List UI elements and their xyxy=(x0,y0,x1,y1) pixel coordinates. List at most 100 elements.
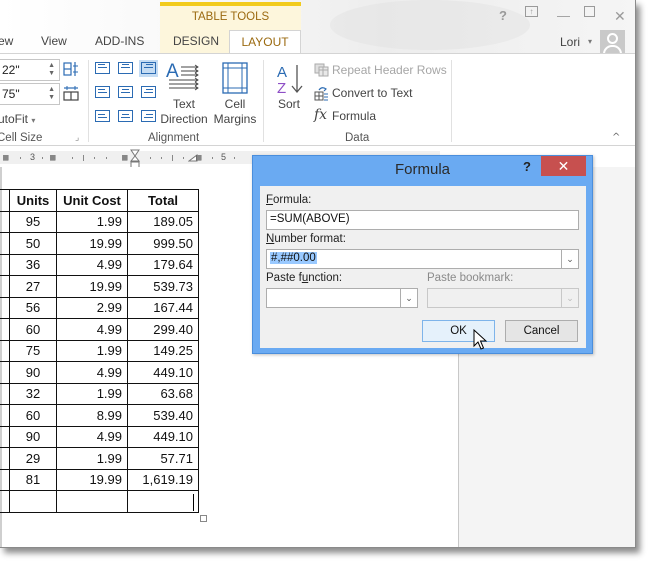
header-cell-total[interactable]: Total xyxy=(127,189,199,212)
align-middle-right-button[interactable] xyxy=(139,84,158,101)
row-label-cell[interactable] xyxy=(0,468,10,491)
total-cell[interactable]: 189.05 xyxy=(127,210,199,233)
distribute-columns-icon[interactable] xyxy=(63,85,79,101)
paste-function-dropdown-icon[interactable]: ⌄ xyxy=(400,289,417,307)
align-bottom-right-button[interactable] xyxy=(139,108,158,125)
total-cell[interactable]: 63.68 xyxy=(127,382,199,405)
units-cell[interactable]: 27 xyxy=(9,275,57,298)
tab-view[interactable]: View xyxy=(41,34,67,48)
cancel-button[interactable]: Cancel xyxy=(505,320,578,342)
tab-design[interactable]: DESIGN xyxy=(173,34,219,48)
unit-cost-cell[interactable]: 1.99 xyxy=(56,382,128,405)
row-label-cell[interactable] xyxy=(0,382,10,405)
tab-layout[interactable]: LAYOUT xyxy=(229,30,301,54)
header-cell-unit-cost[interactable]: Unit Cost xyxy=(56,189,128,212)
align-bottom-left-button[interactable] xyxy=(93,108,112,125)
row-label-cell[interactable] xyxy=(0,296,10,319)
row-label-cell[interactable] xyxy=(0,339,10,362)
total-cell[interactable]: 149.25 xyxy=(127,339,199,362)
dialog-close-button[interactable]: ✕ xyxy=(541,156,586,176)
align-middle-left-button[interactable] xyxy=(93,84,112,101)
unit-cost-cell[interactable] xyxy=(56,490,128,513)
row-label-cell[interactable] xyxy=(0,210,10,233)
dialog-help-icon[interactable]: ? xyxy=(523,159,531,174)
units-cell[interactable]: 32 xyxy=(9,382,57,405)
units-cell[interactable]: 29 xyxy=(9,447,57,470)
row-label-cell[interactable] xyxy=(0,232,10,255)
minimize-icon[interactable]: — xyxy=(557,8,570,23)
text-direction-icon[interactable]: A xyxy=(166,60,202,94)
header-cell-units[interactable]: Units xyxy=(9,189,57,212)
row-label-cell[interactable] xyxy=(0,447,10,470)
column-marker-icon[interactable]: ▦ xyxy=(3,153,8,163)
sort-button[interactable]: Sort xyxy=(272,97,306,112)
units-cell[interactable]: 90 xyxy=(9,425,57,448)
row-label-cell[interactable] xyxy=(0,275,10,298)
row-label-cell[interactable] xyxy=(0,425,10,448)
units-cell[interactable] xyxy=(9,490,57,513)
autofit-button[interactable]: utoFit ▾ xyxy=(0,112,35,126)
align-top-right-button[interactable] xyxy=(139,60,158,77)
unit-cost-cell[interactable]: 1.99 xyxy=(56,339,128,362)
total-cell[interactable] xyxy=(127,490,199,513)
cell-size-launcher-icon[interactable]: ⌟ xyxy=(75,133,79,143)
align-top-left-button[interactable] xyxy=(93,60,112,77)
total-cell[interactable]: 539.40 xyxy=(127,404,199,427)
formula-input[interactable]: =SUM(ABOVE) xyxy=(266,210,579,230)
cell-margins-icon[interactable] xyxy=(222,62,248,94)
total-cell[interactable]: 57.71 xyxy=(127,447,199,470)
tab-review[interactable]: ew xyxy=(0,34,13,48)
number-format-combo[interactable]: #,##0.00 ⌄ xyxy=(266,249,579,269)
total-cell[interactable]: 1,619.19 xyxy=(127,468,199,491)
close-window-icon[interactable]: ✕ xyxy=(614,8,626,25)
row-label-cell[interactable] xyxy=(0,253,10,276)
total-cell[interactable]: 299.40 xyxy=(127,318,199,341)
units-cell[interactable]: 75 xyxy=(9,339,57,362)
total-cell[interactable]: 179.64 xyxy=(127,253,199,276)
unit-cost-cell[interactable]: 8.99 xyxy=(56,404,128,427)
cell-height-field[interactable]: 22" ▲ ▼ xyxy=(0,59,60,81)
total-cell[interactable]: 167.44 xyxy=(127,296,199,319)
units-cell[interactable]: 60 xyxy=(9,404,57,427)
align-middle-center-button[interactable] xyxy=(116,84,135,101)
total-cell[interactable]: 449.10 xyxy=(127,425,199,448)
maximize-icon[interactable] xyxy=(584,6,595,17)
row-label-cell[interactable] xyxy=(0,361,10,384)
help-icon[interactable]: ? xyxy=(499,8,507,23)
unit-cost-cell[interactable]: 2.99 xyxy=(56,296,128,319)
tab-add-ins[interactable]: ADD-INS xyxy=(95,34,144,48)
column-marker-icon[interactable]: ▦ xyxy=(196,153,201,163)
user-name[interactable]: Lori xyxy=(560,35,580,49)
column-marker-icon[interactable]: ▦ xyxy=(122,153,127,163)
avatar[interactable] xyxy=(600,30,625,53)
unit-cost-cell[interactable]: 1.99 xyxy=(56,210,128,233)
unit-cost-cell[interactable]: 19.99 xyxy=(56,232,128,255)
column-marker-icon[interactable]: ▦ xyxy=(50,153,55,163)
unit-cost-cell[interactable]: 4.99 xyxy=(56,318,128,341)
row-label-cell[interactable] xyxy=(0,404,10,427)
sort-icon[interactable]: A Z xyxy=(276,62,304,96)
ribbon-display-options-icon[interactable]: ↑ xyxy=(525,6,538,17)
units-cell[interactable]: 90 xyxy=(9,361,57,384)
align-top-center-button[interactable] xyxy=(116,60,135,77)
indent-marker-icon[interactable] xyxy=(130,149,140,169)
paste-function-select[interactable]: ⌄ xyxy=(266,288,418,308)
header-cell[interactable] xyxy=(0,189,10,212)
total-cell[interactable]: 999.50 xyxy=(127,232,199,255)
row-label-cell[interactable] xyxy=(0,318,10,341)
data-table[interactable]: Units Unit Cost Total 95 1.99 189.05 50 19.9… xyxy=(0,189,199,513)
width-spinner-icon[interactable]: ▲ ▼ xyxy=(48,86,55,102)
unit-cost-cell[interactable]: 19.99 xyxy=(56,468,128,491)
cell-width-field[interactable]: 75" ▲ ▼ xyxy=(0,83,60,105)
align-bottom-center-button[interactable] xyxy=(116,108,135,125)
cell-margins-button[interactable]: Cell Margins xyxy=(210,97,260,127)
units-cell[interactable]: 81 xyxy=(9,468,57,491)
units-cell[interactable]: 56 xyxy=(9,296,57,319)
user-caret-icon[interactable]: ▾ xyxy=(588,37,592,46)
units-cell[interactable]: 36 xyxy=(9,253,57,276)
units-cell[interactable]: 50 xyxy=(9,232,57,255)
number-format-dropdown-icon[interactable]: ⌄ xyxy=(561,250,578,268)
text-direction-button[interactable]: Text Direction xyxy=(158,97,210,127)
unit-cost-cell[interactable]: 4.99 xyxy=(56,253,128,276)
total-cell[interactable]: 539.73 xyxy=(127,275,199,298)
